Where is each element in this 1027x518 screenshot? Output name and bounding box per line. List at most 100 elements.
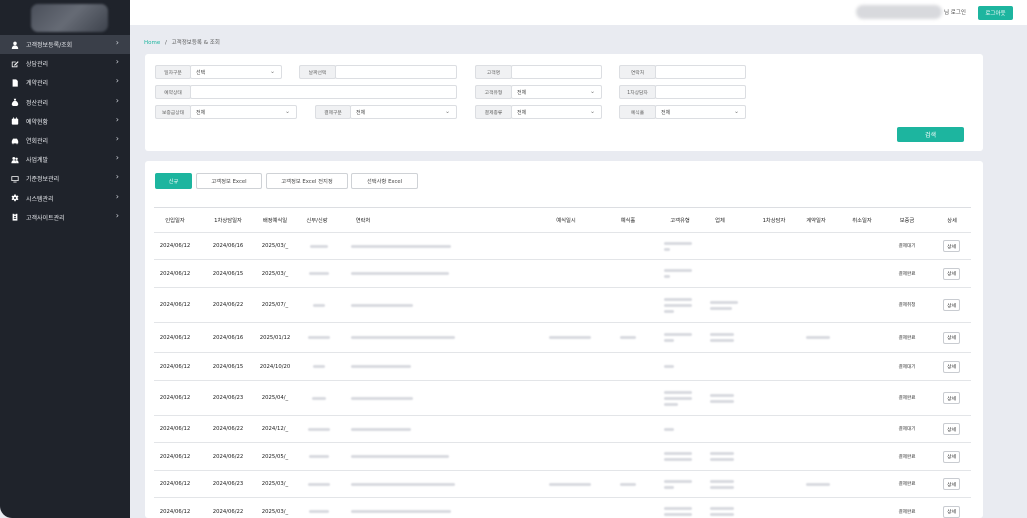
edit-icon [10, 59, 20, 69]
chevron-down-icon: ⌄ [269, 68, 275, 75]
table-row[interactable]: 2024/06/12 2024/06/23 2025/04/_ 결제완료 상세 [154, 380, 971, 415]
customer-type-select[interactable]: 전체 ⌄ [511, 85, 602, 99]
search-button[interactable]: 검색 [897, 127, 964, 142]
id-card-icon [10, 212, 20, 222]
sidebar-item-label: 시스템관리 [26, 195, 54, 203]
detail-button[interactable]: 상세 [943, 299, 960, 311]
sidebar-item-consult[interactable]: 상담관리 › [0, 54, 130, 73]
table-row[interactable]: 2024/06/12 2024/06/22 2025/03/_ 결제완료 상세 [154, 497, 971, 518]
document-icon [10, 78, 20, 88]
couple-name [304, 260, 334, 287]
excel-export-all-button[interactable]: 고객정보 Excel 전지정 [266, 173, 348, 189]
payment-type-select[interactable]: 전체 ⌄ [350, 105, 457, 119]
date-type-select[interactable]: 선택 ⌄ [190, 65, 282, 79]
table-row[interactable]: 2024/06/12 2024/06/16 2025/01/12 결제완료 상세 [154, 322, 971, 352]
wedding-date: 2025/07/_ [261, 302, 289, 308]
intake-date: 2024/06/12 [159, 453, 191, 460]
table-row[interactable]: 2024/06/12 2024/06/22 2025/05/_ 결제완료 상세 [154, 442, 971, 470]
search-filter-panel: 일자구분 선택 ⌄ 날짜선택 고객명 연락처 예약상태 고객유형 전체 ⌄ 1차상담… [145, 54, 983, 151]
first-consult-date: 2024/06/16 [212, 334, 244, 341]
vendor-value [710, 471, 746, 497]
payment-kind-select[interactable]: 전체 ⌄ [511, 105, 602, 119]
column-header: 계약일자 [806, 218, 826, 224]
contact-input[interactable] [655, 65, 746, 79]
first-consult-date: 2024/06/23 [212, 481, 244, 487]
column-header: 예식홀 [620, 218, 636, 224]
couple-name [304, 381, 334, 415]
table-row[interactable]: 2024/06/12 2024/06/15 2025/03/_ 결제완료 상세 [154, 259, 971, 287]
sidebar-item-settlement[interactable]: 정산관리 › [0, 93, 130, 112]
reservation-status-input[interactable] [190, 85, 457, 99]
sidebar-item-business[interactable]: 사업계발 › [0, 150, 130, 169]
couple-name [304, 288, 334, 322]
wedding-date: 2025/03/_ [261, 243, 289, 249]
detail-button[interactable]: 상세 [943, 360, 960, 373]
column-header: 상세 [947, 218, 957, 224]
sidebar-item-label: 사업계발 [26, 157, 49, 165]
deposit-status-value: 전체 [196, 109, 206, 116]
sidebar-item-system[interactable]: 시스템관리 › [0, 189, 130, 208]
contract-date-value [800, 471, 836, 497]
detail-button[interactable]: 상세 [943, 267, 960, 280]
new-button[interactable]: 신규 [155, 173, 192, 189]
excel-export-button[interactable]: 고객정보 Excel [196, 173, 262, 189]
column-header: 1차상담자 [762, 218, 786, 224]
deposit-status: 결제완료 [898, 335, 916, 341]
payment-kind-label: 결제종류 [475, 105, 512, 119]
wedding-hall-value: 전체 [661, 109, 671, 116]
column-header: 배정예식일 [262, 218, 288, 224]
detail-button[interactable]: 상세 [943, 392, 960, 404]
sidebar-item-banquet[interactable]: 연회관리 › [0, 131, 130, 150]
sidebar-item-base-info[interactable]: 기준정보관리 › [0, 169, 130, 188]
column-header: 예식일시 [556, 218, 576, 224]
consultant-input[interactable] [655, 85, 746, 99]
customer-name-input[interactable] [511, 65, 602, 79]
detail-button[interactable]: 상세 [943, 240, 960, 252]
deposit-status-select[interactable]: 전체 ⌄ [190, 105, 297, 119]
detail-button[interactable]: 상세 [943, 450, 960, 463]
gear-icon [10, 193, 20, 203]
contact-value [351, 416, 471, 442]
table-row[interactable]: 2024/06/12 2024/06/22 2024/12/_ 결제대기 상세 [154, 415, 971, 442]
vendor-value [710, 443, 746, 470]
deposit-status: 결제대기 [898, 427, 916, 432]
sidebar-item-customer-site[interactable]: 고객사이트관리 › [0, 208, 130, 227]
customer-type-value [664, 443, 704, 470]
excel-export-selected-button[interactable]: 선택사항 Excel [351, 173, 418, 189]
sidebar-nav: 고객정보등록/조회 › 상담관리 › 계약관리 › 정산관리 › 예약현황 › … [0, 35, 130, 227]
date-select-input[interactable] [335, 65, 457, 79]
breadcrumb: Home / 고객정보등록 & 조회 [144, 38, 220, 46]
wedding-date: 2025/03/_ [261, 270, 289, 277]
couple-name [304, 233, 334, 259]
detail-button[interactable]: 상세 [943, 478, 960, 490]
detail-button[interactable]: 상세 [943, 423, 960, 435]
sidebar-item-customer-info[interactable]: 고객정보등록/조회 › [0, 35, 130, 55]
detail-button[interactable]: 상세 [943, 505, 960, 518]
first-consult-date: 2024/06/15 [212, 270, 244, 277]
chevron-down-icon: ⌄ [589, 88, 595, 95]
customer-type-value [664, 498, 704, 518]
table-row[interactable]: 2024/06/12 2024/06/15 2024/10/20 결제대기 상세 [154, 352, 971, 380]
customer-type-value: 전체 [517, 89, 527, 96]
sidebar-item-reservation[interactable]: 예약현황 › [0, 112, 130, 131]
first-consult-date: 2024/06/15 [212, 363, 244, 370]
intake-date: 2024/06/12 [159, 508, 191, 515]
wedding-hall-select[interactable]: 전체 ⌄ [655, 105, 746, 119]
sidebar-item-contract[interactable]: 계약관리 › [0, 73, 130, 92]
table-row[interactable]: 2024/06/12 2024/06/23 2025/03/_ 결제완료 상세 [154, 470, 971, 497]
first-consult-date: 2024/06/22 [212, 302, 244, 308]
intake-date: 2024/06/12 [159, 426, 191, 432]
sidebar-item-label: 예약현황 [26, 118, 49, 126]
detail-button[interactable]: 상세 [943, 331, 960, 344]
deposit-status: 결제완료 [898, 396, 916, 401]
customer-name-label: 고객명 [475, 65, 512, 79]
date-type-label: 일자구분 [155, 65, 191, 79]
couple-name [304, 498, 334, 518]
column-header: 고객유형 [670, 218, 690, 224]
breadcrumb-home[interactable]: Home [144, 40, 160, 46]
table-row[interactable]: 2024/06/12 2024/06/16 2025/03/_ 결제대기 상세 [154, 232, 971, 259]
customer-type-value [664, 353, 704, 380]
contact-value [351, 381, 471, 415]
table-row[interactable]: 2024/06/12 2024/06/22 2025/07/_ 결제취청 상세 [154, 287, 971, 322]
logout-button[interactable]: 로그아웃 [978, 6, 1013, 20]
